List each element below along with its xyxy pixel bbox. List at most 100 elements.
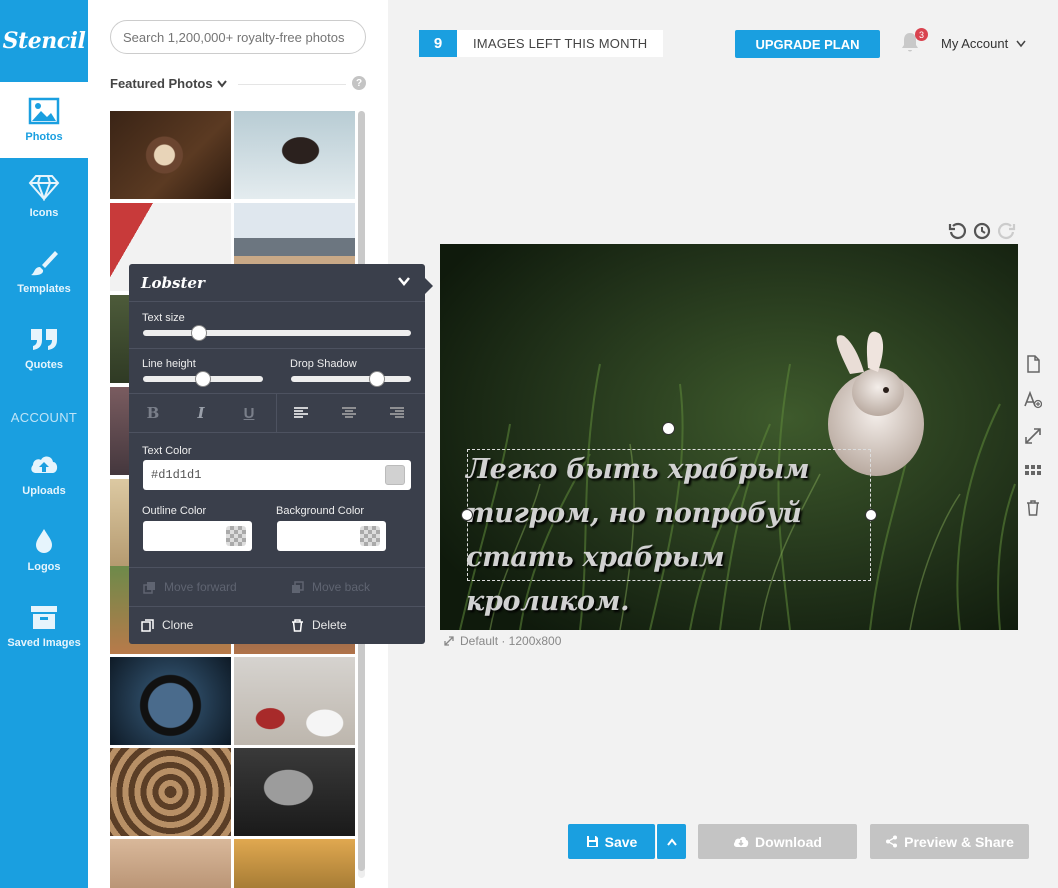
nav-label: Uploads	[22, 485, 66, 497]
outline-color-input[interactable]	[143, 521, 252, 551]
save-options-button[interactable]	[656, 824, 686, 859]
resize-icon[interactable]	[1024, 427, 1042, 445]
nav-label: Templates	[17, 283, 71, 295]
photo-search-input[interactable]	[110, 20, 366, 54]
underline-button[interactable]: U	[225, 394, 273, 432]
background-color-swatch[interactable]	[360, 526, 380, 546]
preview-share-button[interactable]: Preview & Share	[870, 824, 1029, 859]
divider	[129, 567, 425, 568]
save-button[interactable]: Save	[568, 824, 655, 859]
trash-icon[interactable]	[1024, 499, 1042, 517]
share-icon	[886, 835, 898, 848]
text-color-value: #d1d1d1	[151, 468, 202, 482]
photo-thumbnail[interactable]	[110, 839, 231, 888]
download-button[interactable]: Download	[698, 824, 857, 859]
line-height-slider[interactable]	[143, 371, 263, 387]
my-account-dropdown[interactable]: My Account	[941, 36, 1026, 51]
cloud-upload-icon	[31, 456, 58, 473]
nav-item-icons[interactable]: Icons	[0, 158, 88, 234]
align-right-button[interactable]	[373, 394, 421, 432]
image-icon	[28, 97, 60, 125]
save-label: Save	[604, 833, 638, 850]
divider	[238, 84, 346, 85]
redo-icon[interactable]	[998, 222, 1016, 240]
nav-item-uploads[interactable]: Uploads	[0, 436, 88, 512]
nav-label: Icons	[29, 207, 59, 219]
chevron-down-icon[interactable]	[397, 274, 411, 288]
upgrade-plan-button[interactable]: UPGRADE PLAN	[735, 30, 880, 58]
clone-button[interactable]: Clone	[141, 618, 193, 632]
nav-item-saved-images[interactable]: Saved Images	[0, 588, 88, 664]
canvas-size-indicator[interactable]: Default · 1200x800	[444, 634, 561, 648]
stencil-logo[interactable]: Stencil	[0, 0, 88, 82]
bold-button[interactable]: B	[129, 394, 177, 432]
notification-badge: 3	[915, 28, 928, 41]
nav-item-photos[interactable]: Photos	[0, 82, 88, 158]
text-selection-box[interactable]	[467, 449, 871, 581]
photo-thumbnail[interactable]	[110, 111, 231, 199]
rotate-handle[interactable]	[662, 422, 675, 435]
account-label: My Account	[941, 36, 1009, 51]
outline-color-swatch[interactable]	[226, 526, 246, 546]
history-clock-icon[interactable]	[973, 222, 991, 240]
nav-section-account: ACCOUNT	[10, 410, 78, 425]
nav-label: Logos	[27, 561, 61, 573]
photo-thumbnail[interactable]	[110, 748, 231, 836]
text-color-input[interactable]: #d1d1d1	[143, 460, 411, 490]
align-left-button[interactable]	[277, 394, 325, 432]
images-left-text: IMAGES LEFT THIS MONTH	[473, 36, 648, 51]
nav-item-templates[interactable]: Templates	[0, 234, 88, 310]
drop-icon	[36, 529, 52, 553]
photo-thumbnail[interactable]	[234, 839, 355, 888]
align-left-icon	[294, 407, 308, 418]
featured-photos-dropdown[interactable]: Featured Photos	[110, 76, 227, 91]
nav-item-logos[interactable]: Logos	[0, 512, 88, 588]
align-right-icon	[390, 407, 404, 418]
slider-knob[interactable]	[195, 371, 211, 387]
drop-shadow-slider[interactable]	[291, 371, 411, 387]
page-icon[interactable]	[1024, 355, 1042, 373]
italic-button[interactable]: I	[177, 394, 225, 432]
move-forward-button[interactable]: Move forward	[143, 580, 237, 594]
resize-handle-right[interactable]	[865, 509, 877, 521]
photo-thumbnail[interactable]	[110, 657, 231, 745]
add-text-icon[interactable]	[1024, 391, 1042, 409]
left-nav: Stencil Photos Icons Templates Quotes AC…	[0, 0, 88, 888]
chevron-up-icon	[666, 837, 677, 846]
featured-photos-label: Featured Photos	[110, 76, 213, 91]
divider	[129, 432, 425, 433]
quote-icon	[31, 329, 57, 350]
text-color-swatch[interactable]	[385, 465, 405, 485]
chevron-down-icon	[216, 79, 227, 88]
nav-item-quotes[interactable]: Quotes	[0, 310, 88, 386]
photo-thumbnail[interactable]	[234, 748, 355, 836]
grid-icon[interactable]	[1024, 463, 1042, 481]
photo-thumbnail[interactable]	[234, 111, 355, 199]
slider-knob[interactable]	[369, 371, 386, 387]
text-editor-popup: Lobster Text size Line height Drop Shado…	[129, 264, 433, 644]
move-back-label: Move back	[312, 580, 371, 594]
floppy-icon	[586, 836, 598, 847]
slider-knob[interactable]	[191, 325, 208, 341]
text-size-label: Text size	[142, 312, 185, 324]
undo-icon[interactable]	[948, 222, 966, 240]
text-size-slider[interactable]	[143, 325, 411, 341]
delete-button[interactable]: Delete	[291, 618, 347, 632]
move-back-button[interactable]: Move back	[291, 580, 370, 594]
canvas-size-label: Default · 1200x800	[460, 634, 562, 648]
images-left-indicator: 9 IMAGES LEFT THIS MONTH	[419, 30, 664, 57]
nav-label: Quotes	[25, 359, 63, 371]
align-center-button[interactable]	[325, 394, 373, 432]
help-icon[interactable]: ?	[352, 76, 366, 90]
move-forward-label: Move forward	[164, 580, 237, 594]
images-left-count: 9	[419, 30, 457, 57]
resize-handle-left[interactable]	[461, 509, 473, 521]
preview-share-label: Preview & Share	[904, 833, 1014, 850]
clone-label: Clone	[162, 618, 194, 632]
font-selector[interactable]: Lobster	[141, 274, 205, 292]
resize-icon	[444, 636, 454, 646]
line-height-label: Line height	[142, 358, 196, 370]
background-color-input[interactable]	[277, 521, 386, 551]
photo-thumbnail[interactable]	[234, 657, 355, 745]
divider	[129, 301, 425, 302]
